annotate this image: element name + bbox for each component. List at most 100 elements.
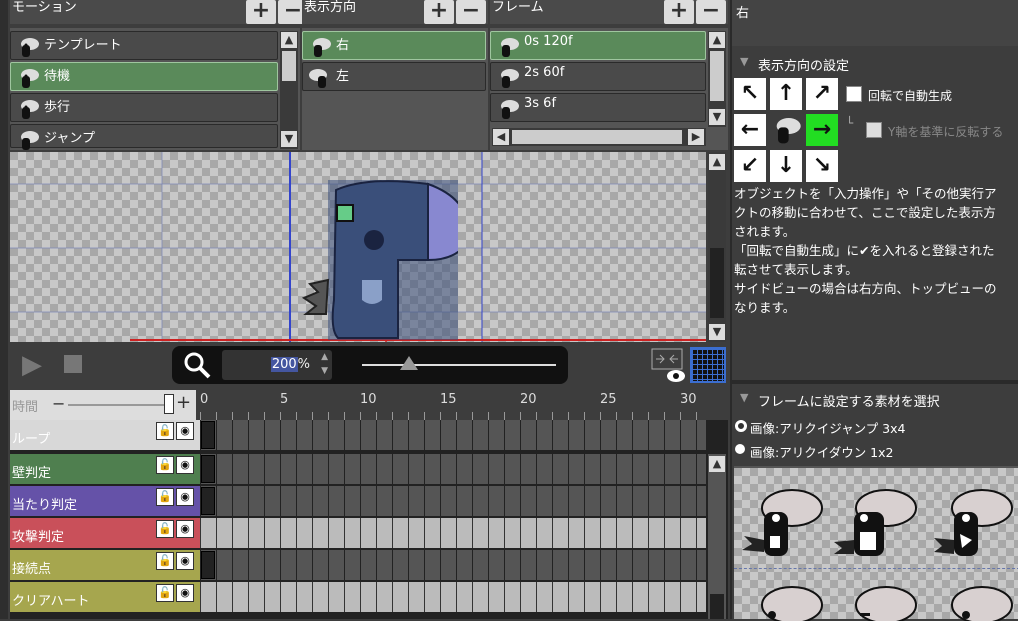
timeline-ruler[interactable]: 0 5 10 15 20 25 30: [200, 390, 706, 420]
eye-icon[interactable]: ◉: [176, 456, 194, 474]
direction-settings-header[interactable]: ▼ 表示方向の設定: [732, 52, 1018, 74]
material-option[interactable]: 画像:アリクイジャンプ 3x4: [732, 416, 1018, 436]
scroll-up-icon[interactable]: ▲: [709, 456, 725, 472]
arrow-up-icon[interactable]: ↑: [770, 78, 802, 110]
time-scale-thumb[interactable]: [164, 394, 174, 414]
direction-item-right[interactable]: 右: [302, 31, 486, 60]
canvas-vscrollbar[interactable]: ▲ ▼: [708, 152, 726, 342]
timeline-vscrollbar[interactable]: ▲: [708, 454, 726, 619]
layer-row[interactable]: 攻撃判定 🔓 ◉: [10, 518, 206, 548]
zoom-slider[interactable]: [362, 364, 556, 366]
motion-item-walk[interactable]: 歩行: [10, 93, 278, 122]
motion-list[interactable]: テンプレート 待機 歩行 ジャンプ ▲ ▼: [10, 28, 300, 150]
layer-track[interactable]: [200, 550, 706, 580]
grid-toggle-icon[interactable]: [690, 347, 726, 383]
arrow-down-left-icon[interactable]: ↙: [734, 150, 766, 182]
add-frame-button[interactable]: +: [664, 0, 694, 24]
motion-item-template[interactable]: テンプレート: [10, 31, 278, 60]
layer-row[interactable]: 当たり判定 🔓 ◉: [10, 486, 206, 516]
arrow-up-left-icon[interactable]: ↖: [734, 78, 766, 110]
preview-canvas[interactable]: ▲ ▼: [10, 152, 726, 342]
keyframe[interactable]: [201, 551, 215, 579]
collapse-icon[interactable]: ▼: [740, 55, 748, 68]
zoom-stepper-icon[interactable]: ▲ ▼: [321, 350, 328, 378]
material-option[interactable]: 画像:アリクイダウン 1x2: [732, 440, 1018, 460]
direction-list[interactable]: 右 左: [302, 28, 488, 150]
zoom-input[interactable]: 200% ▲ ▼: [222, 350, 332, 380]
frame-item[interactable]: 2s 60f: [490, 62, 706, 91]
keyframe[interactable]: [201, 487, 215, 515]
scroll-up-icon[interactable]: ▲: [281, 32, 297, 48]
arrow-right-icon[interactable]: →: [806, 114, 838, 146]
add-motion-button[interactable]: +: [246, 0, 276, 24]
time-scale-slider[interactable]: [68, 404, 168, 406]
layer-row[interactable]: クリアハート 🔓 ◉: [10, 582, 206, 612]
sprite-frame[interactable]: [830, 484, 920, 564]
scroll-up-icon[interactable]: ▲: [709, 32, 725, 48]
frame-vscrollbar[interactable]: ▲ ▼: [708, 31, 726, 127]
eye-icon[interactable]: ◉: [176, 552, 194, 570]
magnifier-icon[interactable]: [182, 350, 212, 380]
sprite-frame[interactable]: [830, 581, 920, 621]
layer-row[interactable]: 壁判定 🔓 ◉: [10, 454, 206, 484]
motion-scrollbar[interactable]: ▲ ▼: [280, 31, 298, 149]
eye-icon[interactable]: ◉: [176, 488, 194, 506]
layer-track[interactable]: [200, 518, 706, 548]
layer-row[interactable]: 接続点 🔓 ◉: [10, 550, 206, 580]
flip-y-checkbox[interactable]: [866, 122, 882, 138]
layer-track[interactable]: [200, 420, 706, 450]
scroll-down-icon[interactable]: ▼: [281, 131, 297, 147]
frame-list[interactable]: 0s 120f 2s 60f 3s 6f ◀ ▶ ▲ ▼: [490, 28, 728, 150]
zoom-slider-thumb[interactable]: [400, 356, 418, 370]
sprite-frame[interactable]: [736, 484, 826, 564]
frame-hscrollbar[interactable]: ◀ ▶: [492, 128, 706, 146]
sprite-frame[interactable]: [926, 484, 1016, 564]
motion-item-jump[interactable]: ジャンプ: [10, 124, 278, 150]
keyframe[interactable]: [201, 421, 215, 449]
radio-icon[interactable]: [735, 444, 745, 454]
sprite-frame[interactable]: [926, 581, 1016, 621]
remove-frame-button[interactable]: −: [696, 0, 726, 24]
scroll-down-icon[interactable]: ▼: [709, 109, 725, 125]
scroll-right-icon[interactable]: ▶: [688, 129, 704, 145]
material-preview[interactable]: [734, 466, 1018, 621]
scroll-left-icon[interactable]: ◀: [493, 129, 509, 145]
add-direction-button[interactable]: +: [424, 0, 454, 24]
lock-icon[interactable]: 🔓: [156, 422, 174, 440]
stop-icon[interactable]: [64, 355, 82, 373]
layer-track[interactable]: [200, 454, 706, 484]
arrow-up-right-icon[interactable]: ↗: [806, 78, 838, 110]
sprite-frame[interactable]: [736, 581, 826, 621]
motion-item-idle[interactable]: 待機: [10, 62, 278, 91]
time-zoom-out-icon[interactable]: −: [52, 394, 65, 413]
collapse-icon[interactable]: ▼: [740, 391, 748, 404]
frame-item[interactable]: 0s 120f: [490, 31, 706, 60]
layer-row[interactable]: ループ 🔓 ◉: [10, 420, 206, 450]
remove-direction-button[interactable]: −: [456, 0, 486, 24]
eye-icon[interactable]: ◉: [176, 584, 194, 602]
material-header[interactable]: ▼ フレームに設定する素材を選択: [732, 388, 1018, 410]
arrow-down-icon[interactable]: ↓: [770, 150, 802, 182]
time-zoom-in-icon[interactable]: +: [176, 392, 191, 413]
lock-icon[interactable]: 🔓: [156, 552, 174, 570]
direction-item-left[interactable]: 左: [302, 62, 486, 91]
play-icon[interactable]: ▶: [22, 352, 48, 378]
lock-icon[interactable]: 🔓: [156, 584, 174, 602]
lock-icon[interactable]: 🔓: [156, 488, 174, 506]
lock-icon[interactable]: 🔓: [156, 456, 174, 474]
auto-rotate-checkbox[interactable]: [846, 86, 862, 102]
layer-track[interactable]: [200, 582, 706, 612]
radio-selected-icon[interactable]: [735, 420, 747, 432]
frame-item[interactable]: 3s 6f: [490, 93, 706, 122]
origin-handle[interactable]: [336, 204, 354, 222]
eye-icon[interactable]: ◉: [176, 520, 194, 538]
keyframe[interactable]: [201, 455, 215, 483]
arrow-down-right-icon[interactable]: ↘: [806, 150, 838, 182]
scroll-down-icon[interactable]: ▼: [709, 324, 725, 340]
arrow-left-icon[interactable]: ←: [734, 114, 766, 146]
lock-icon[interactable]: 🔓: [156, 520, 174, 538]
eye-icon[interactable]: ◉: [176, 422, 194, 440]
fit-view-icon[interactable]: [650, 345, 686, 385]
scroll-up-icon[interactable]: ▲: [709, 154, 725, 170]
layer-track[interactable]: [200, 486, 706, 516]
